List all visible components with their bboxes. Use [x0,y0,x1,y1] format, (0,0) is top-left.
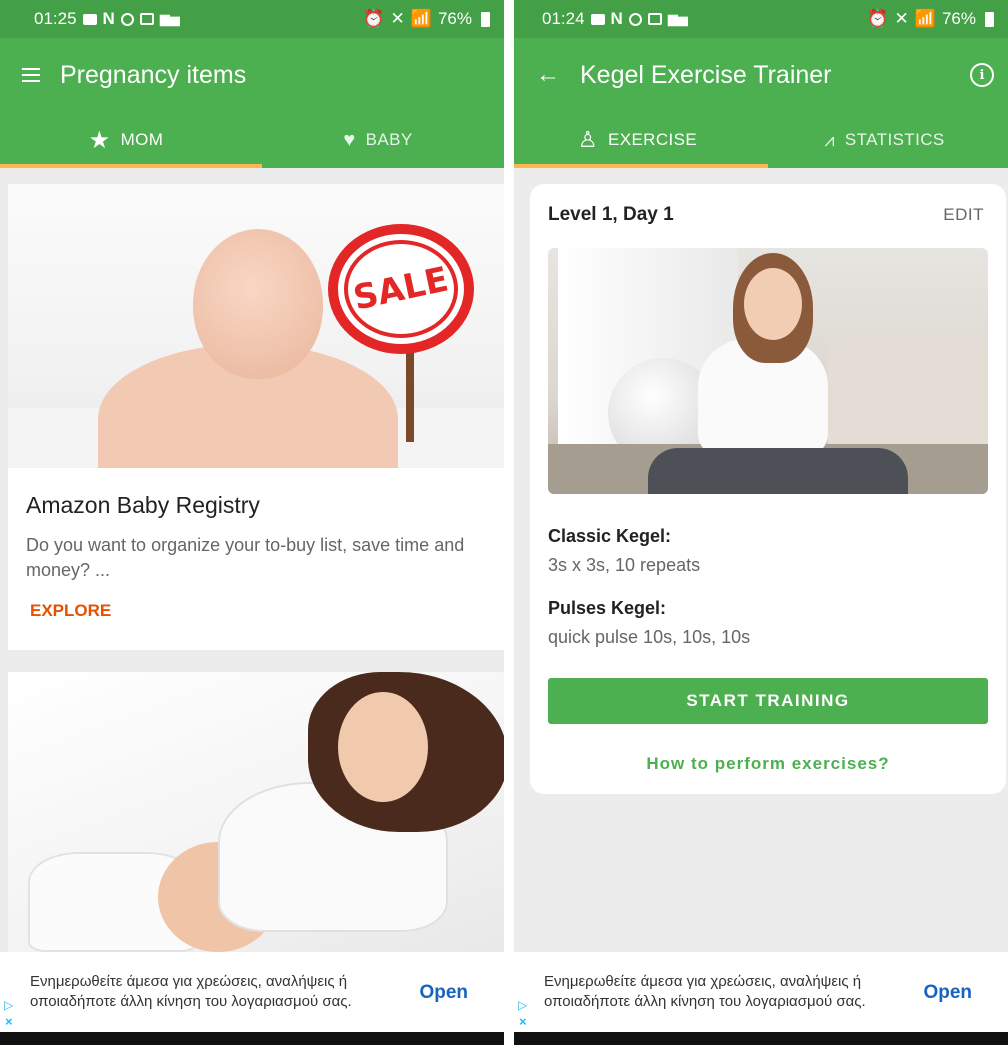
ad-banner[interactable]: Ενημερωθείτε άμεσα για χρεώσεις, αναλήψε… [0,952,504,1032]
sale-text: SALE [350,259,452,319]
ad-open-button[interactable]: Open [419,982,468,1004]
message-icon [590,13,605,25]
tab-indicator [514,164,768,168]
chart-line-icon: ⩘ [824,129,835,150]
status-bar: 01:24 N ▆▅ ⏰ ✕ 📶 76% [514,0,1008,38]
card-title: Amazon Baby Registry [26,492,260,518]
bars-icon: ▆▅ [667,11,688,26]
explore-link[interactable]: EXPLORE [30,601,504,621]
ad-close-icon[interactable]: × [519,1014,527,1029]
card-description: Do you want to organize your to-buy list… [26,535,465,580]
ad-choices-icon[interactable]: ▷ [518,998,527,1012]
instagram-icon [120,12,134,26]
back-arrow-icon[interactable]: ← [536,61,560,89]
sign-stick [406,352,414,442]
pregnant-woman-card[interactable] [8,672,504,952]
sale-sign: SALE [328,224,474,354]
woman-legs [648,448,908,494]
n-icon: N [102,9,115,28]
ad-banner[interactable]: Ενημερωθείτε άμεσα για χρεώσεις, αναλήψε… [514,952,1008,1032]
menu-icon[interactable] [22,68,40,82]
heart-icon: ♥ [343,128,356,151]
bars-icon: ▆▅ [159,11,180,26]
baby-sale-image: SALE [8,184,504,468]
kegel-trainer-screen: 01:24 N ▆▅ ⏰ ✕ 📶 76% ← Kegel Exercise Tr… [514,0,1008,1045]
ad-close-icon[interactable]: × [5,1014,13,1029]
page-title: Kegel Exercise Trainer [580,60,832,89]
registry-card[interactable]: SALE Amazon Baby Registry Do you want to… [8,184,504,650]
pregnancy-items-screen: 01:25 N ▆▅ ⏰ ✕ 📶 76% Pregnancy items ★ M… [0,0,504,1045]
alarm-icon: ⏰ [867,9,889,28]
ad-text: Ενημερωθείτε άμεσα για χρεώσεις, αναλήψε… [544,973,866,1010]
start-training-button[interactable]: START TRAINING [548,678,988,724]
wifi-icon: 📶 [914,9,936,28]
tab-indicator [0,164,262,168]
tab-statistics-label: STATISTICS [844,130,945,149]
woman-face [744,268,802,340]
app-bar: Pregnancy items [0,38,504,112]
system-nav-bar [514,1032,1008,1045]
battery-text: 76% [437,9,472,28]
exercise-title: Classic Kegel: [548,526,672,546]
screen-divider [504,0,514,1045]
tab-baby[interactable]: ♥ BABY [252,112,504,168]
exercise-description: 3s x 3s, 10 repeats [548,555,701,575]
n-icon: N [610,9,623,28]
info-icon[interactable]: i [970,63,994,87]
person-meditate-icon: ♙ [577,127,598,152]
mute-icon: ✕ [390,9,405,28]
system-nav-bar [0,1032,504,1045]
ad-text: Ενημερωθείτε άμεσα για χρεώσεις, αναλήψε… [30,973,352,1010]
meditating-woman-image [548,248,988,494]
sofa [828,338,988,458]
wifi-icon: 📶 [410,9,432,28]
page-title: Pregnancy items [60,60,247,89]
exercise-description: quick pulse 10s, 10s, 10s [548,627,751,647]
tab-statistics[interactable]: ⩘ STATISTICS [761,112,1008,168]
tab-bar: ♙ EXERCISE ⩘ STATISTICS [514,112,1008,168]
mute-icon: ✕ [894,9,909,28]
instagram-icon [628,12,642,26]
gallery-icon [139,13,154,25]
clock: 01:24 [542,9,585,28]
ad-open-button[interactable]: Open [923,982,972,1004]
status-bar: 01:25 N ▆▅ ⏰ ✕ 📶 76% [0,0,504,38]
level-day-label: Level 1, Day 1 [548,204,674,225]
tab-mom-label: MOM [120,130,164,149]
clock: 01:25 [34,9,77,28]
tab-mom[interactable]: ★ MOM [0,112,252,168]
tab-bar: ★ MOM ♥ BABY [0,112,504,168]
edit-button[interactable]: EDIT [943,205,984,225]
battery-text: 76% [941,9,976,28]
ad-choices-icon[interactable]: ▷ [4,998,13,1012]
message-icon [82,13,97,25]
star-icon: ★ [88,126,111,154]
app-bar: ← Kegel Exercise Trainer i [514,38,1008,112]
battery-icon [985,11,994,27]
baby-head [193,229,323,379]
exercise-card: Level 1, Day 1 EDIT Classic Kegel: 3s x … [530,184,1006,794]
tab-exercise[interactable]: ♙ EXERCISE [514,112,761,168]
how-to-perform-link[interactable]: How to perform exercises? [530,754,1006,774]
battery-icon [481,11,490,27]
alarm-icon: ⏰ [363,9,385,28]
gallery-icon [647,13,662,25]
exercise-title: Pulses Kegel: [548,598,667,618]
tab-exercise-label: EXERCISE [607,130,698,149]
face [338,692,428,802]
tab-baby-label: BABY [365,130,413,149]
